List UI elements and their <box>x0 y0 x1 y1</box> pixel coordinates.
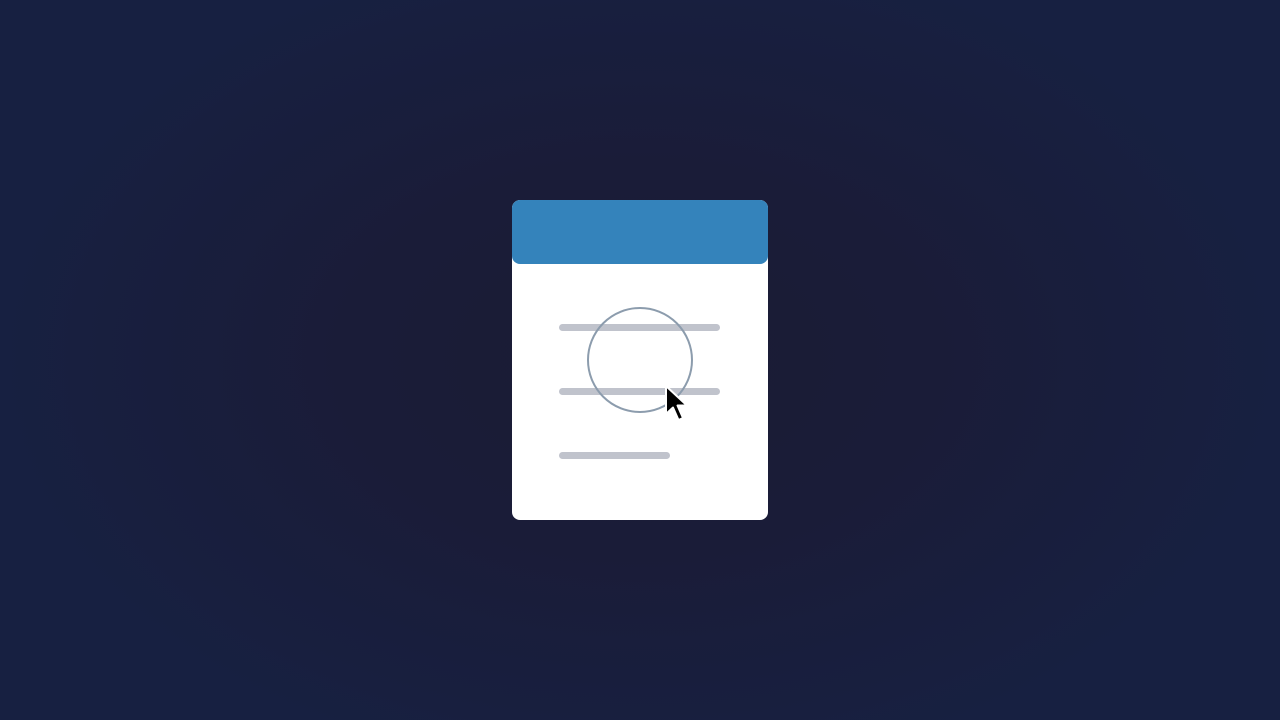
content-line-3 <box>559 452 670 459</box>
arrow-pointer-icon <box>665 385 688 421</box>
card-header <box>512 200 768 264</box>
